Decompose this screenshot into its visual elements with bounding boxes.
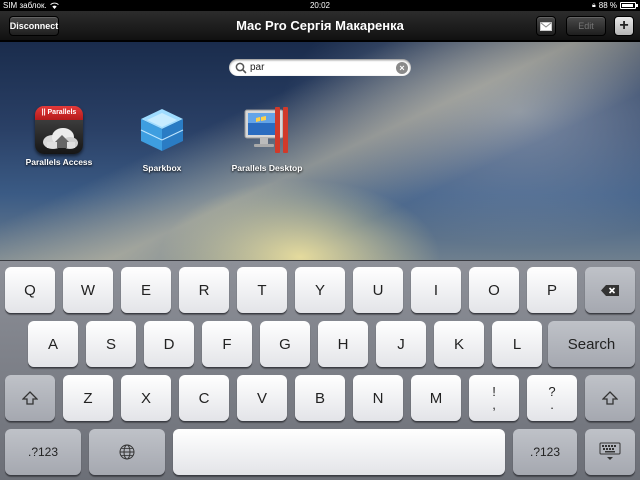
search-input[interactable]: par × — [229, 59, 411, 76]
key-f[interactable]: F — [202, 321, 252, 367]
shift-key-right[interactable] — [585, 375, 635, 421]
edit-button[interactable]: Edit — [566, 16, 606, 36]
key-bottom-char: , — [492, 397, 496, 412]
search-icon — [235, 62, 247, 73]
space-key[interactable] — [173, 429, 505, 475]
mail-button[interactable] — [536, 16, 556, 36]
key-u[interactable]: U — [353, 267, 403, 313]
battery-icon — [620, 2, 638, 9]
shift-icon — [22, 391, 38, 405]
key-t[interactable]: T — [237, 267, 287, 313]
shift-icon — [602, 391, 618, 405]
hide-keyboard-key[interactable] — [585, 429, 635, 475]
parallels-desktop-icon — [244, 107, 288, 153]
key-j[interactable]: J — [376, 321, 426, 367]
key-w[interactable]: W — [63, 267, 113, 313]
key-n[interactable]: N — [353, 375, 403, 421]
key-k[interactable]: K — [434, 321, 484, 367]
search-value: par — [250, 62, 265, 73]
backspace-icon — [601, 284, 619, 296]
key-x[interactable]: X — [121, 375, 171, 421]
key-o[interactable]: O — [469, 267, 519, 313]
parallels-access-icon: || Parallels — [35, 106, 83, 154]
numbers-key-right[interactable]: .?123 — [513, 429, 577, 475]
battery-percent: 88 % — [598, 1, 617, 10]
key-z[interactable]: Z — [63, 375, 113, 421]
cloud-house-graphic — [43, 128, 78, 149]
key-q[interactable]: Q — [5, 267, 55, 313]
parallels-logo-banner: || Parallels — [35, 106, 83, 120]
globe-icon — [119, 444, 135, 460]
envelope-icon — [540, 21, 552, 31]
sparkbox-icon — [140, 109, 184, 151]
backspace-key[interactable] — [585, 267, 635, 313]
app-label: Sparkbox — [142, 163, 182, 173]
status-time: 20:02 — [309, 1, 331, 10]
key-a[interactable]: A — [28, 321, 78, 367]
key-b[interactable]: B — [295, 375, 345, 421]
key-y[interactable]: Y — [295, 267, 345, 313]
battery-level — [622, 4, 633, 7]
search-key[interactable]: Search — [548, 321, 635, 367]
key-bottom-char: . — [550, 397, 554, 412]
key-m[interactable]: M — [411, 375, 461, 421]
add-button[interactable]: + — [614, 16, 634, 36]
nav-bar: Disconnect Mac Pro Сергія Макаренка Edit… — [0, 11, 640, 41]
key-r[interactable]: R — [179, 267, 229, 313]
key-g[interactable]: G — [260, 321, 310, 367]
key-e[interactable]: E — [121, 267, 171, 313]
key-p[interactable]: P — [527, 267, 577, 313]
app-label: Parallels Access — [25, 157, 93, 167]
app-sparkbox[interactable]: Sparkbox — [112, 105, 212, 173]
app-parallels-desktop[interactable]: Parallels Desktop — [217, 105, 317, 173]
status-bar: SIM заблок. 20:02 🔒︎ 88 % — [0, 0, 640, 11]
shift-key-left[interactable] — [5, 375, 55, 421]
key-exclaim-comma[interactable]: ! , — [469, 375, 519, 421]
clear-search-icon[interactable]: × — [396, 61, 408, 74]
desktop-area: par × || Parallels Parallels Access Spar… — [0, 42, 640, 260]
rotation-lock-icon: 🔒︎ — [592, 2, 596, 9]
app-parallels-access[interactable]: || Parallels Parallels Access — [9, 106, 109, 167]
key-h[interactable]: H — [318, 321, 368, 367]
onscreen-keyboard: Q W E R T Y U I O P A S D F G H J K L Se… — [0, 260, 640, 480]
key-d[interactable]: D — [144, 321, 194, 367]
key-question-period[interactable]: ? . — [527, 375, 577, 421]
app-label: Parallels Desktop — [231, 163, 303, 173]
hide-keyboard-icon — [599, 442, 621, 460]
key-c[interactable]: C — [179, 375, 229, 421]
globe-key[interactable] — [89, 429, 165, 475]
key-s[interactable]: S — [86, 321, 136, 367]
key-l[interactable]: L — [492, 321, 542, 367]
key-i[interactable]: I — [411, 267, 461, 313]
key-v[interactable]: V — [237, 375, 287, 421]
numbers-key-left[interactable]: .?123 — [5, 429, 81, 475]
